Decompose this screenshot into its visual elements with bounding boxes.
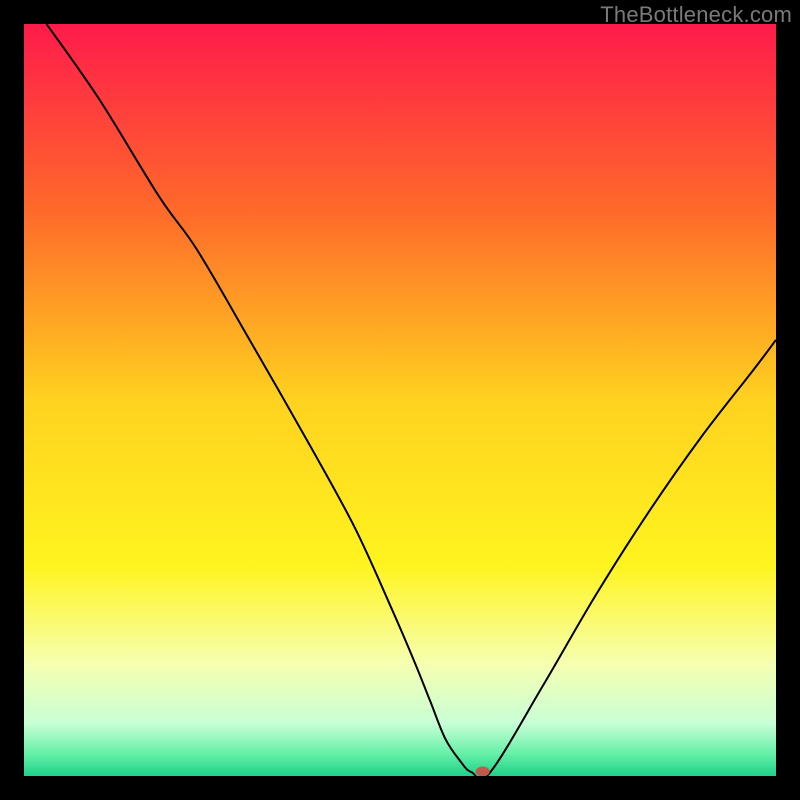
chart-background (24, 24, 776, 776)
chart-frame: TheBottleneck.com (0, 0, 800, 800)
watermark-label: TheBottleneck.com (600, 2, 792, 28)
chart-svg (24, 24, 776, 776)
plot-area (24, 24, 776, 776)
